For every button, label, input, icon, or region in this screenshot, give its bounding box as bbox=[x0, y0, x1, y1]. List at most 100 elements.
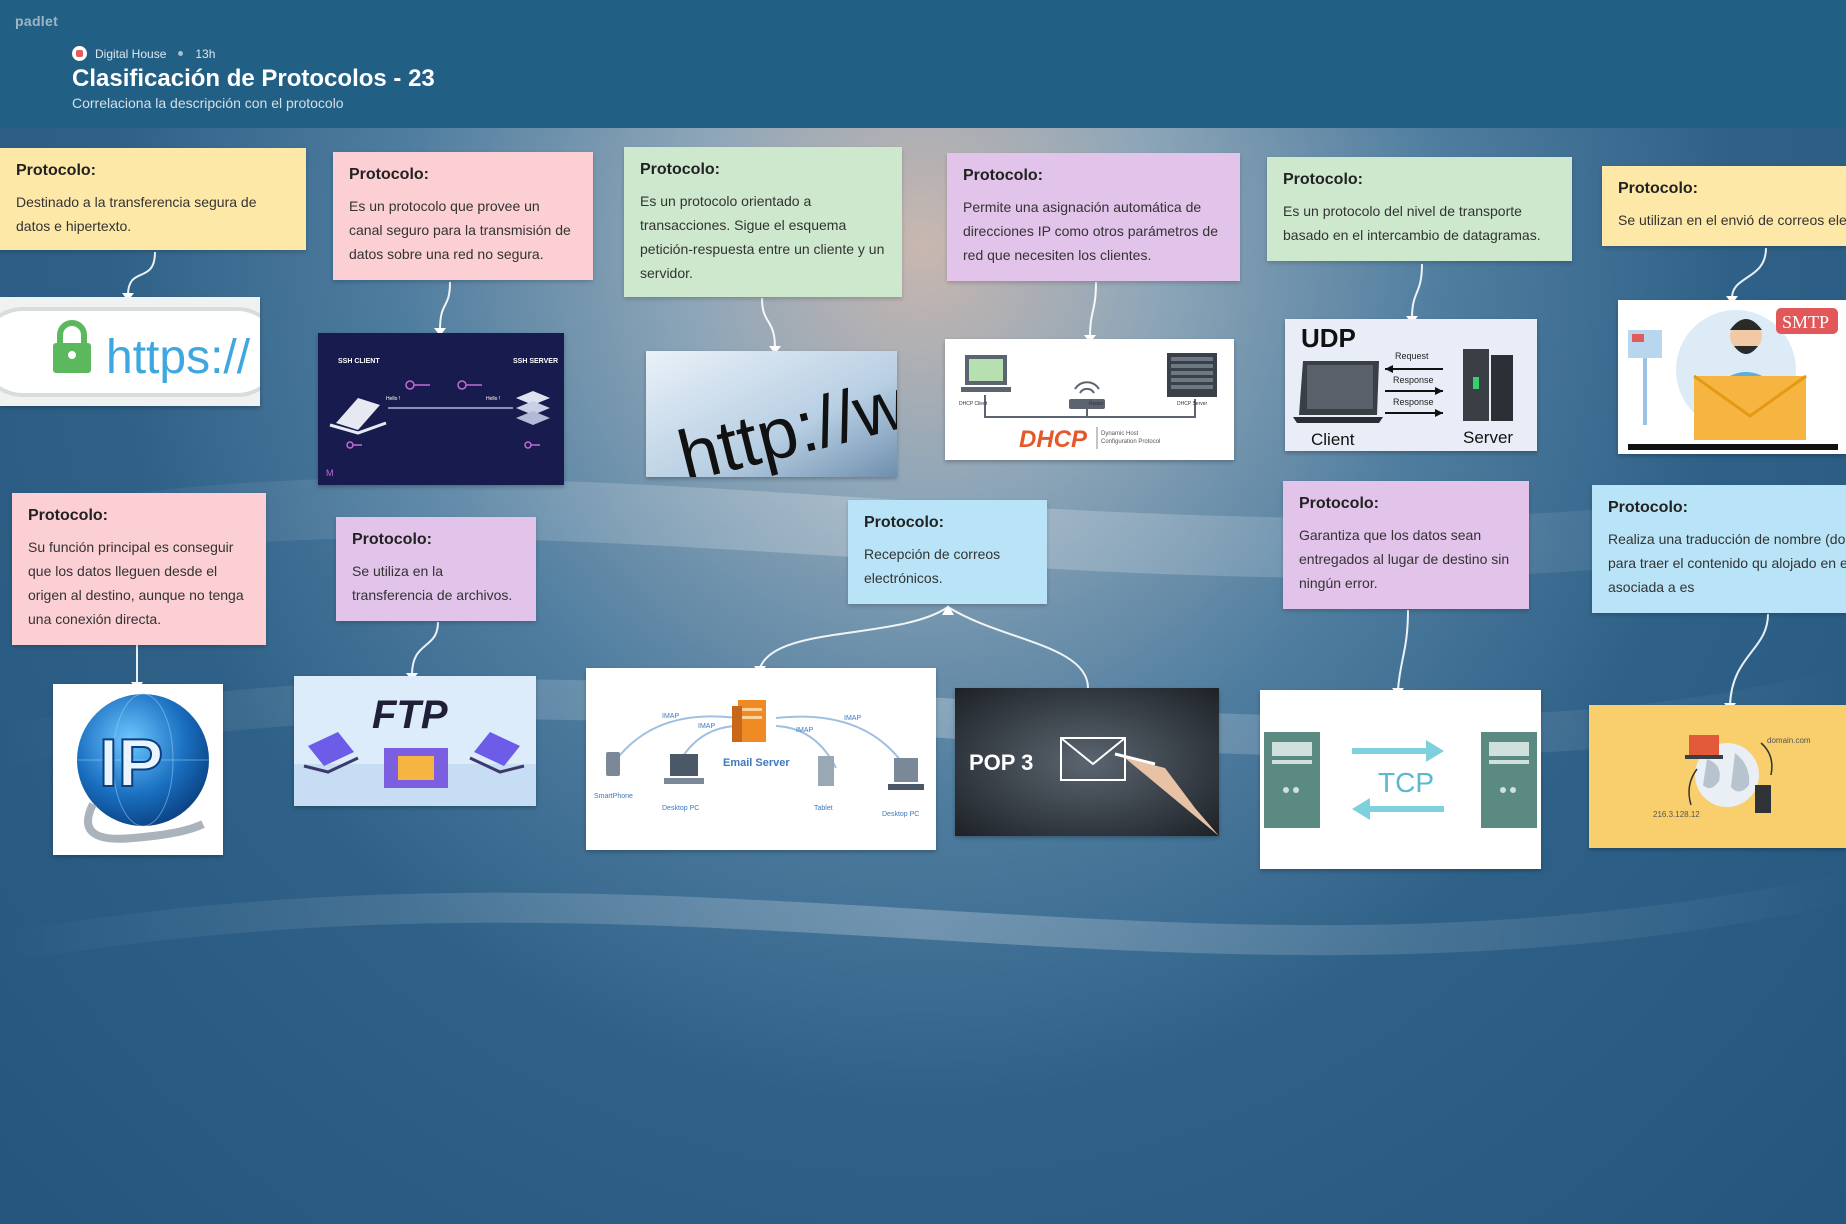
tcp-label: TCP bbox=[1378, 767, 1434, 798]
ftp-image[interactable]: FTP bbox=[294, 676, 536, 806]
card-dns-description[interactable]: Protocolo: Realiza una traducción de nom… bbox=[1592, 485, 1846, 613]
connector-5 bbox=[1411, 263, 1423, 319]
pop3-image[interactable]: POP 3 bbox=[955, 688, 1219, 836]
server-icon bbox=[732, 700, 766, 742]
card-body: Recepción de correos electrónicos. bbox=[864, 546, 1001, 586]
card-udp-description[interactable]: Protocolo: Es un protocolo del nivel de … bbox=[1267, 157, 1572, 261]
computer-icon bbox=[1481, 732, 1537, 828]
card-heading: Protocolo: bbox=[16, 162, 96, 179]
svg-text:IMAP: IMAP bbox=[698, 723, 715, 730]
svg-text:SSH SERVER: SSH SERVER bbox=[513, 358, 558, 365]
svg-text:SmartPhone: SmartPhone bbox=[594, 793, 633, 800]
svg-text:Client: Client bbox=[1311, 430, 1355, 449]
board-header: padlet Digital House 13h Clasificación d… bbox=[0, 0, 1846, 128]
svg-text:Server: Server bbox=[1463, 428, 1513, 447]
desktop-pc-icon bbox=[664, 754, 704, 784]
card-body: Permite una asignación automática de dir… bbox=[963, 199, 1218, 263]
card-body: Se utilizan en el envió de correos elec bbox=[1618, 212, 1846, 228]
ip-image[interactable]: IP bbox=[53, 684, 223, 855]
svg-text:DHCP Client: DHCP Client bbox=[959, 401, 988, 407]
smtp-image[interactable]: SMTP bbox=[1618, 300, 1846, 454]
svg-text:IMAP: IMAP bbox=[796, 727, 813, 734]
card-body: Destinado a la transferencia segura de d… bbox=[16, 194, 257, 234]
connector-10 bbox=[947, 606, 1089, 689]
udp-label: UDP bbox=[1301, 323, 1356, 353]
smtp-label: SMTP bbox=[1782, 312, 1829, 332]
http-image[interactable]: http://ww bbox=[646, 351, 897, 477]
card-ftp-description[interactable]: Protocolo: Se utiliza en la transferenci… bbox=[336, 517, 536, 621]
ip-label: IP bbox=[99, 725, 163, 801]
svg-text:Configuration Protocol: Configuration Protocol bbox=[1101, 439, 1160, 445]
imap-image[interactable]: IMAP IMAP IMAP IMAP Email Server SmartPh… bbox=[586, 668, 936, 850]
card-body: Su función principal es conseguir que lo… bbox=[28, 539, 244, 627]
svg-text:Tablet: Tablet bbox=[814, 805, 833, 812]
card-body: Es un protocolo orientado a transaccione… bbox=[640, 193, 885, 281]
card-heading: Protocolo: bbox=[864, 514, 944, 531]
folder-icon bbox=[384, 748, 448, 788]
server-icon bbox=[1167, 353, 1217, 397]
card-body: Es un protocolo que provee un canal segu… bbox=[349, 198, 571, 262]
svg-text:Request: Request bbox=[1395, 351, 1429, 361]
tcp-image[interactable]: TCP bbox=[1260, 690, 1541, 869]
brand-icon: M bbox=[326, 468, 334, 478]
card-pop3-description[interactable]: Protocolo: Recepción de correos electrón… bbox=[848, 500, 1047, 604]
board-title: Clasificación de Protocolos - 23 bbox=[72, 65, 435, 92]
dns-image[interactable]: domain.com 216.3.128.12 bbox=[1589, 705, 1846, 848]
svg-text:SSH CLIENT: SSH CLIENT bbox=[338, 358, 380, 365]
ftp-label: FTP bbox=[372, 693, 448, 737]
computer-icon bbox=[1264, 732, 1320, 828]
svg-text:Desktop PC: Desktop PC bbox=[882, 811, 919, 818]
author-avatar[interactable] bbox=[72, 46, 87, 61]
svg-text:Hello !: Hello ! bbox=[486, 396, 500, 402]
separator-dot bbox=[178, 51, 184, 56]
connector-4 bbox=[1089, 281, 1097, 338]
svg-text:Hello !: Hello ! bbox=[386, 396, 400, 402]
svg-text:Desktop PC: Desktop PC bbox=[662, 805, 699, 812]
ssh-image[interactable]: SSH CLIENT SSH SERVER Hello ! Hello ! M bbox=[318, 333, 564, 485]
connector-3 bbox=[761, 297, 776, 349]
svg-text:Router: Router bbox=[1089, 401, 1104, 407]
card-body: Se utiliza en la transferencia de archiv… bbox=[352, 563, 513, 603]
card-http-description[interactable]: Protocolo: Es un protocolo orientado a t… bbox=[624, 147, 902, 297]
envelope-icon bbox=[1693, 374, 1807, 440]
card-heading: Protocolo: bbox=[1283, 171, 1363, 188]
card-https-description[interactable]: Protocolo: Destinado a la transferencia … bbox=[0, 148, 306, 250]
card-heading: Protocolo: bbox=[352, 531, 432, 548]
svg-text:domain.com: domain.com bbox=[1767, 736, 1811, 745]
card-heading: Protocolo: bbox=[1608, 499, 1688, 516]
board-subtitle: Correlaciona la descripción con el proto… bbox=[72, 95, 344, 111]
card-heading: Protocolo: bbox=[1618, 180, 1698, 197]
connector-2 bbox=[439, 281, 451, 331]
card-smtp-description[interactable]: Protocolo: Se utilizan en el envió de co… bbox=[1602, 166, 1846, 246]
svg-text:IMAP: IMAP bbox=[662, 713, 679, 720]
board-meta: Digital House 13h bbox=[72, 46, 215, 61]
dhcp-image[interactable]: DHCP Client Router DHCP Server DHCP Dyna… bbox=[945, 339, 1234, 460]
connector-6 bbox=[1731, 247, 1767, 299]
svg-text:DHCP Server: DHCP Server bbox=[1177, 401, 1208, 407]
card-tcp-description[interactable]: Protocolo: Garantiza que los datos sean … bbox=[1283, 481, 1529, 609]
https-image[interactable]: https:// bbox=[0, 297, 260, 406]
udp-image[interactable]: UDP Request Response Response Client Ser… bbox=[1285, 319, 1537, 451]
server-stack-icon bbox=[516, 391, 550, 425]
card-dhcp-description[interactable]: Protocolo: Permite una asignación automá… bbox=[947, 153, 1240, 281]
card-heading: Protocolo: bbox=[640, 161, 720, 178]
author-name[interactable]: Digital House bbox=[95, 47, 166, 61]
card-ip-description[interactable]: Protocolo: Su función principal es conse… bbox=[12, 493, 266, 645]
https-label: https:// bbox=[106, 331, 251, 384]
connector-8 bbox=[411, 621, 439, 676]
post-time: 13h bbox=[195, 46, 216, 61]
connector-1 bbox=[127, 251, 156, 296]
svg-text:Response: Response bbox=[1393, 375, 1434, 385]
server-icon bbox=[1755, 785, 1771, 813]
card-body: Realiza una traducción de nombre (dor nú… bbox=[1608, 531, 1846, 595]
card-body: Garantiza que los datos sean entregados … bbox=[1299, 527, 1510, 591]
card-heading: Protocolo: bbox=[349, 166, 429, 183]
laptop-icon bbox=[1685, 735, 1723, 759]
svg-text:IMAP: IMAP bbox=[844, 715, 861, 722]
padlet-logo[interactable]: padlet bbox=[15, 13, 58, 29]
connector-9 bbox=[759, 606, 949, 669]
card-ssh-description[interactable]: Protocolo: Es un protocolo que provee un… bbox=[333, 152, 593, 280]
card-heading: Protocolo: bbox=[1299, 495, 1379, 512]
card-body: Es un protocolo del nivel de transporte … bbox=[1283, 203, 1541, 243]
svg-text:216.3.128.12: 216.3.128.12 bbox=[1653, 810, 1700, 819]
